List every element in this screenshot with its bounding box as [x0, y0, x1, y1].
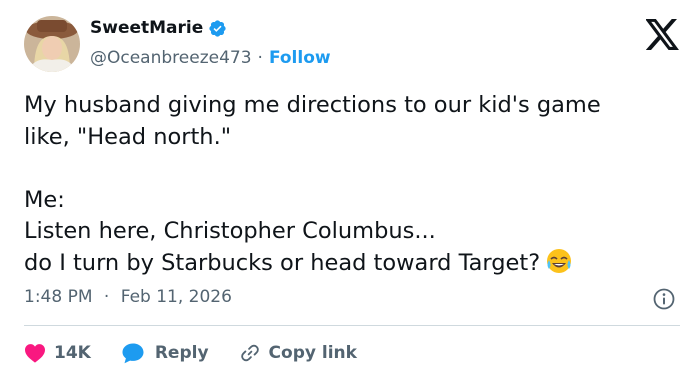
- link-icon: [240, 344, 259, 362]
- tweet-card: SweetMarie @Oceanbreeze473 · Follow My h…: [0, 0, 700, 379]
- verified-badge-icon: [208, 19, 227, 38]
- avatar[interactable]: [24, 16, 80, 72]
- copy-link-label: Copy link: [268, 343, 357, 363]
- copy-link-button[interactable]: Copy link: [239, 342, 357, 364]
- tweet-line: My husband giving me directions to our k…: [24, 92, 601, 118]
- handle-row: @Oceanbreeze473 · Follow: [90, 48, 331, 68]
- tweet-line: do I turn by Starbucks or head toward Ta…: [24, 249, 541, 276]
- tweet-line: like, "Head north.": [24, 123, 232, 150]
- separator-dot: ·: [257, 48, 263, 68]
- tweet-time[interactable]: 1:48 PM: [24, 287, 93, 307]
- x-logo-icon[interactable]: [645, 19, 680, 50]
- joy-face-emoji-icon: [546, 248, 572, 274]
- reply-bubble-icon: [122, 343, 144, 364]
- timestamp-row: 1:48 PM · Feb 11, 2026: [24, 287, 232, 307]
- handle[interactable]: @Oceanbreeze473: [90, 48, 252, 68]
- tweet-line: Listen here, Christopher Columbus...: [24, 218, 436, 244]
- action-bar: 14K Reply Copy link: [24, 338, 387, 368]
- tweet-date[interactable]: Feb 11, 2026: [121, 287, 232, 307]
- like-button[interactable]: 14K: [24, 343, 91, 363]
- tweet-line-last: do I turn by Starbucks or head toward Ta…: [24, 248, 684, 280]
- separator-dot: ·: [103, 287, 110, 307]
- tweet-line: Me:: [24, 186, 65, 213]
- follow-button[interactable]: Follow: [269, 48, 331, 68]
- info-icon[interactable]: [652, 287, 676, 311]
- reply-label: Reply: [154, 343, 209, 363]
- display-name[interactable]: SweetMarie: [90, 18, 203, 38]
- author-name-row: SweetMarie: [90, 18, 227, 38]
- divider: [24, 325, 680, 326]
- reply-button[interactable]: Reply: [121, 342, 209, 364]
- like-count: 14K: [54, 343, 91, 363]
- tweet-text: My husband giving me directions to our k…: [24, 90, 684, 279]
- heart-icon: [25, 344, 45, 363]
